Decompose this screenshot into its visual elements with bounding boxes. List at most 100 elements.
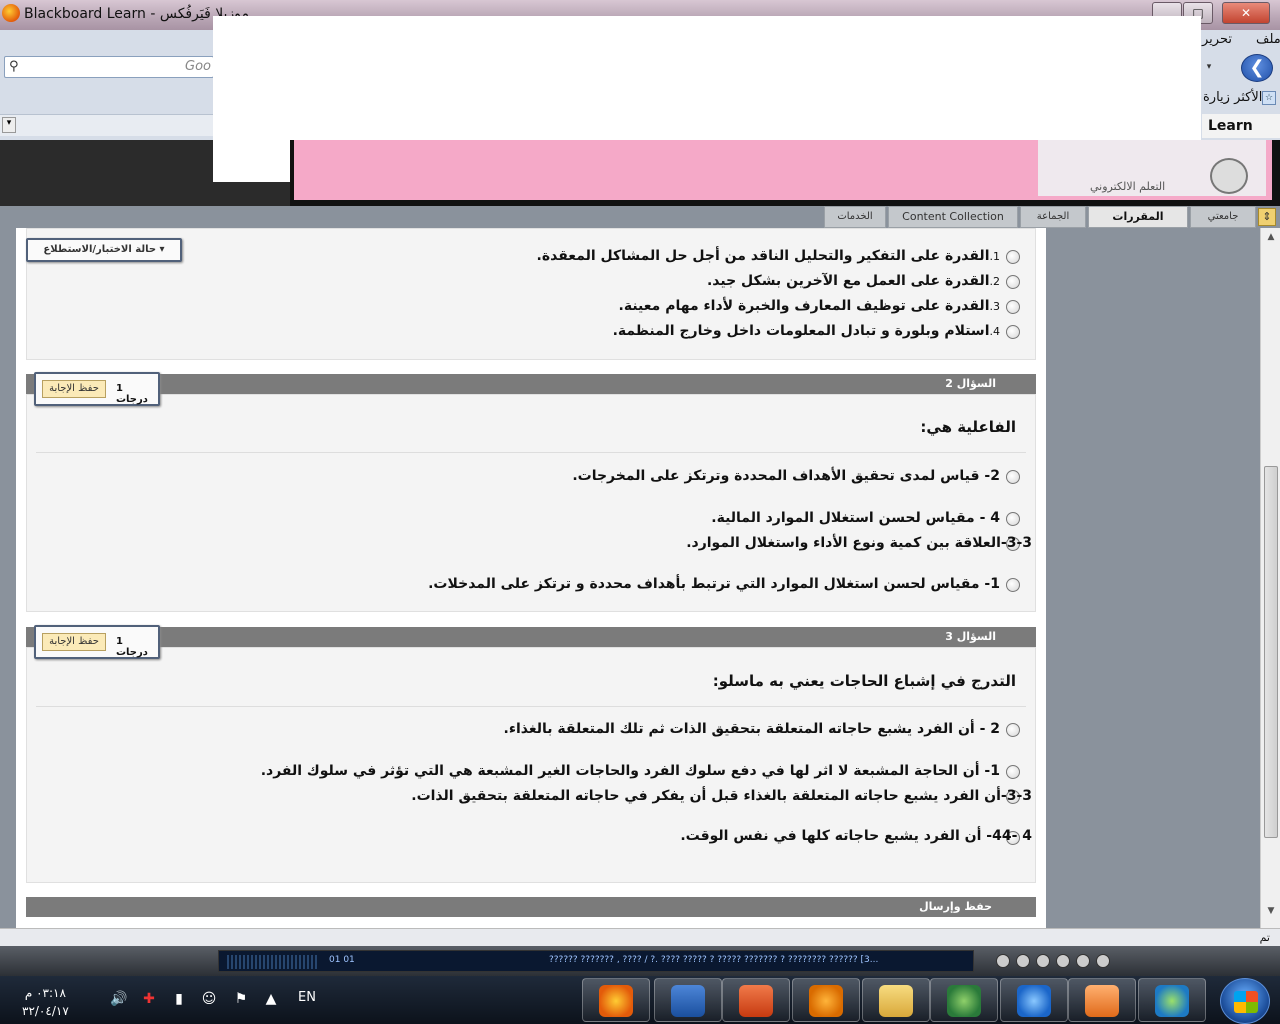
scroll-thumb[interactable]: [1264, 466, 1278, 838]
vertical-scrollbar[interactable]: ▲ ▼: [1260, 228, 1280, 946]
q2-answer-1: 2- قياس لمدى تحقيق الأهداف المحددة وترتك…: [572, 468, 1000, 484]
media-pause-icon[interactable]: [1056, 954, 1070, 968]
media-play-icon[interactable]: [1036, 954, 1050, 968]
site-header: التعلم الالكتروني: [290, 140, 1280, 206]
show-hidden-icons-icon[interactable]: ▲: [262, 990, 280, 1008]
q3-points: 1 درجات: [116, 636, 148, 658]
scroll-down-icon[interactable]: ▼: [1264, 906, 1278, 920]
sidebar-strip: ▾: [0, 114, 214, 136]
browser-tab-label: Learn: [1208, 118, 1253, 134]
history-dropdown-icon[interactable]: ▾: [1202, 58, 1216, 76]
antivirus-icon[interactable]: ✚: [140, 990, 158, 1008]
taskbar-app-media[interactable]: [1068, 978, 1136, 1022]
clock-date: ٣٢/٠٤/١٧: [22, 1004, 69, 1018]
q3-question-text: التدرج في إشباع الحاجات يعني به ماسلو:: [712, 672, 1016, 690]
test-status-button[interactable]: حالة الاختبار/الاستطلاع ▾: [26, 238, 182, 262]
media-stop-icon[interactable]: [1016, 954, 1030, 968]
q1-answer-3: 3.القدرة على توظيف المعارف والخبرة لأداء…: [618, 298, 1000, 314]
status-done: تم: [1259, 931, 1270, 944]
start-button[interactable]: [1220, 978, 1270, 1024]
q2-save-panel: حفظ الإجابة 1 درجات: [34, 372, 160, 406]
firefox-icon: [599, 985, 633, 1017]
taskbar-app-globe[interactable]: [1138, 978, 1206, 1022]
media-track-info: ?????? ??????? , ???? / ?. ???? ????? ? …: [549, 955, 879, 965]
q3-answer-3: 3-3-أن الفرد يشبع حاجاته المتعلقة بالغذا…: [411, 788, 1032, 804]
tab-my-university[interactable]: جامعتي: [1190, 206, 1256, 228]
word-icon: [671, 985, 705, 1017]
q2-answer-2: 4 - مقياس لحسن استغلال الموارد المالية.: [711, 510, 1000, 526]
menu-file[interactable]: ملف: [1256, 32, 1280, 47]
test-page: حالة الاختبار/الاستطلاع ▾ 1.القدرة على ا…: [16, 228, 1046, 928]
messenger-icon[interactable]: ☺: [200, 990, 218, 1008]
q3-save-panel: حفظ الإجابة 1 درجات: [34, 625, 160, 659]
search-placeholder: Goo: [185, 59, 211, 74]
q2-save-button[interactable]: حفظ الإجابة: [42, 380, 106, 398]
scroll-up-icon[interactable]: ▲: [1264, 232, 1278, 246]
equalizer-graphic: [227, 955, 317, 969]
media-next-icon[interactable]: [1076, 954, 1090, 968]
tab-courses[interactable]: المقررات الدراسية: [1088, 206, 1188, 243]
tab-services[interactable]: الخدمات: [824, 206, 886, 228]
media-record-icon[interactable]: [1096, 954, 1110, 968]
chevron-down-icon[interactable]: ▾: [2, 117, 16, 133]
search-icon: ⚲: [9, 59, 19, 74]
q2-radio-4[interactable]: [1006, 578, 1020, 592]
taskbar-app-firefox[interactable]: [582, 978, 650, 1022]
q1-radio-4[interactable]: [1006, 325, 1020, 339]
q3-save-button[interactable]: حفظ الإجابة: [42, 633, 106, 651]
q2-divider: [36, 452, 1026, 453]
browser-statusbar: تم: [0, 928, 1280, 946]
taskbar-clock[interactable]: ٠٣:١٨ م ٣٢/٠٤/١٧: [22, 984, 69, 1020]
firefox-icon: [2, 4, 20, 22]
media-time: 01 01: [329, 955, 355, 965]
language-indicator[interactable]: EN: [298, 990, 316, 1005]
globe-icon: [1155, 985, 1189, 1017]
powerpoint-icon: [739, 985, 773, 1017]
q1-radio-3[interactable]: [1006, 300, 1020, 314]
taskbar-app-ie[interactable]: [1000, 978, 1068, 1022]
bookmark-most-visited[interactable]: الأكثر زيارة: [1203, 90, 1262, 105]
tab-community[interactable]: الجماعة: [1020, 206, 1086, 228]
taskbar-app-users[interactable]: [930, 978, 998, 1022]
course-tabs: جامعتي المقررات الدراسية الجماعة Content…: [0, 206, 1280, 243]
folder-icon: [879, 985, 913, 1017]
q1-radio-1[interactable]: [1006, 250, 1020, 264]
logo-text: التعلم الالكتروني: [1090, 180, 1166, 193]
action-center-flag-icon[interactable]: ⚑: [232, 990, 250, 1008]
q1-answer-4: 4.استلام وبلورة و تبادل المعلومات داخل و…: [612, 323, 1000, 339]
q3-divider: [36, 706, 1026, 707]
q3-radio-1[interactable]: [1006, 723, 1020, 737]
q1-answer-2: 2.القدرة على العمل مع الآخرين بشكل جيد.: [706, 273, 1000, 289]
network-signal-icon[interactable]: ▮: [170, 990, 188, 1008]
q1-radio-2[interactable]: [1006, 275, 1020, 289]
taskbar-app-explorer[interactable]: [862, 978, 930, 1022]
test-status-label: حالة الاختبار/الاستطلاع: [43, 244, 157, 255]
clock-time: ٠٣:١٨ م: [24, 986, 66, 1000]
save-and-submit-label[interactable]: حفظ وإرسال: [919, 900, 992, 913]
volume-icon[interactable]: 🔊: [110, 990, 128, 1008]
q2-radio-2[interactable]: [1006, 512, 1020, 526]
internet-explorer-icon: [1017, 985, 1051, 1017]
tab-content-collection[interactable]: Content Collection: [888, 206, 1018, 228]
media-player-icon: [1085, 985, 1119, 1017]
q2-answer-3: 3-3-العلاقة بين كمية ونوع الأداء واستغلا…: [686, 535, 1032, 551]
q2-question-text: الفاعلية هي:: [920, 418, 1016, 436]
q2-radio-1[interactable]: [1006, 470, 1020, 484]
taskbar-app-powerpoint[interactable]: [722, 978, 790, 1022]
search-input[interactable]: ⚲ Goo: [4, 56, 214, 78]
taskbar-app-word[interactable]: [654, 978, 722, 1022]
submit-bar: حفظ وإرسال: [26, 897, 1036, 917]
back-button[interactable]: ❮: [1241, 54, 1273, 82]
q1-answer-1: 1.القدرة على التفكير والتحليل الناقد من …: [536, 248, 1000, 264]
media-display: 01 01 ?????? ??????? , ???? / ?. ???? ??…: [218, 950, 974, 972]
q3-radio-2[interactable]: [1006, 765, 1020, 779]
close-button[interactable]: ✕: [1222, 2, 1270, 24]
menu-edit[interactable]: تحرير: [1202, 32, 1232, 47]
q2-answer-4: 1- مقياس لحسن استغلال الموارد التي ترتبط…: [428, 576, 1000, 592]
browser-tab[interactable]: Learn: [1202, 114, 1280, 138]
expand-icon[interactable]: ⇕: [1258, 208, 1276, 226]
taskbar-app-messenger[interactable]: [792, 978, 860, 1022]
question-2-title: السؤال 2: [945, 377, 996, 390]
q3-answer-1: 2 - أن الفرد يشبع حاجاته المتعلقة بتحقيق…: [503, 721, 1000, 737]
media-prev-icon[interactable]: [996, 954, 1010, 968]
